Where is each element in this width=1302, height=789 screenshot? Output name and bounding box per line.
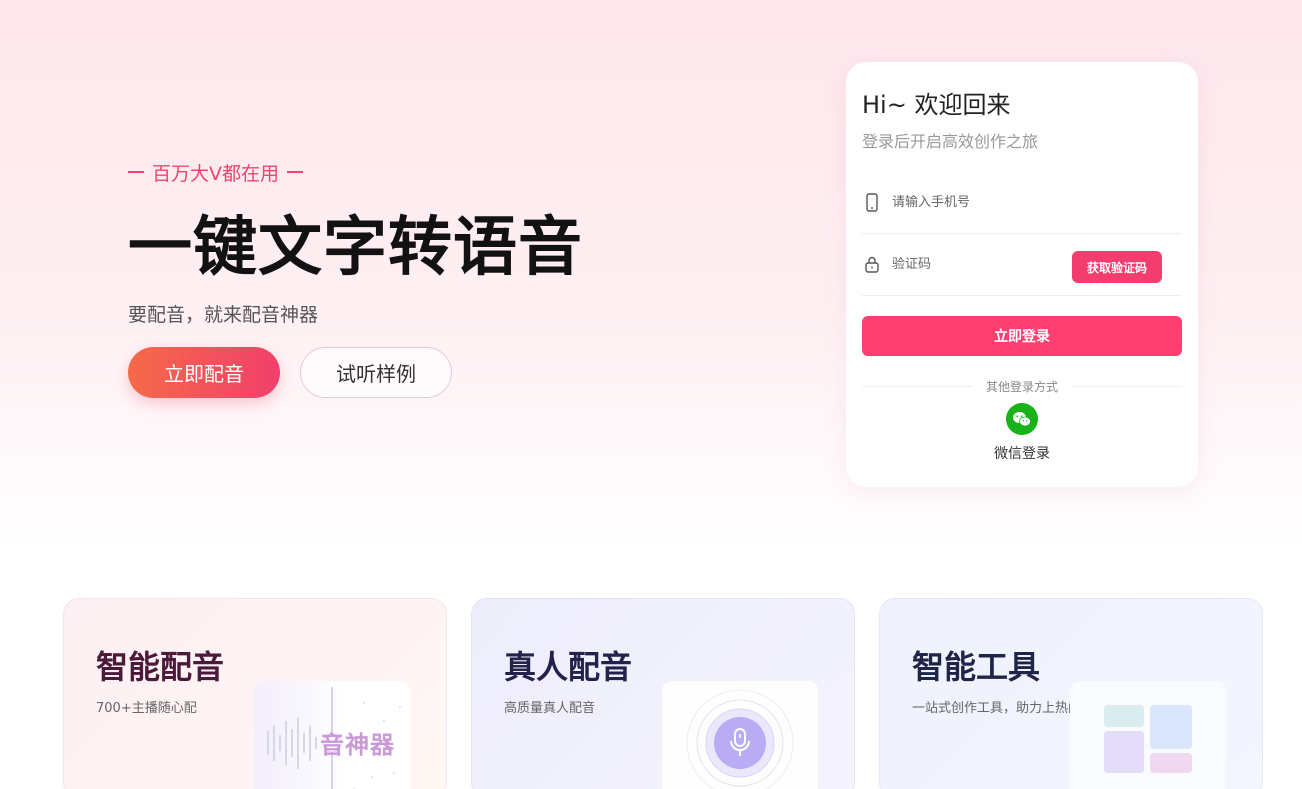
tool-tile: [1150, 705, 1192, 749]
hero-tagline: 百万大V都在用: [128, 158, 728, 186]
login-title: Hi~ 欢迎回来: [862, 91, 1011, 119]
microphone-thumbnail: [662, 681, 818, 789]
tool-tile: [1150, 753, 1192, 773]
phone-icon: [862, 193, 882, 212]
tagline-dash-right: [287, 171, 303, 173]
code-field: 获取验证码: [862, 234, 1182, 296]
phone-input[interactable]: [892, 195, 1182, 210]
feature-card-smart-dubbing[interactable]: 智能配音 700+主播随心配 音神器: [63, 598, 447, 789]
waveform-thumbnail: 音神器: [254, 681, 410, 789]
tagline-dash-left: [128, 171, 144, 173]
tagline-text: 百万大V都在用: [152, 162, 279, 185]
phone-field: [862, 172, 1182, 234]
thumbnail-text: 音神器: [320, 731, 395, 759]
microphone-icon: [728, 727, 752, 763]
get-code-button[interactable]: 获取验证码: [1072, 251, 1162, 283]
start-dubbing-button[interactable]: 立即配音: [128, 347, 280, 398]
feature-card-smart-tools[interactable]: 智能工具 一站式创作工具，助力上热门: [879, 598, 1263, 789]
tools-thumbnail: [1070, 681, 1226, 789]
wechat-icon[interactable]: [1006, 403, 1038, 435]
hero-title: 一键文字转语音: [128, 211, 583, 285]
lock-icon: [862, 256, 882, 273]
hero-buttons: 立即配音 试听样例: [128, 347, 728, 398]
tool-tile: [1104, 705, 1144, 727]
login-subtitle: 登录后开启高效创作之旅: [862, 132, 1039, 151]
other-login-label: 其他登录方式: [986, 380, 1059, 394]
wechat-login[interactable]: 微信登录: [862, 403, 1182, 463]
hero-section: 百万大V都在用 一键文字转语音 要配音，就来配音神器 立即配音 试听样例: [128, 158, 728, 398]
wechat-login-label[interactable]: 微信登录: [994, 443, 1050, 463]
divider-line-right: [1072, 386, 1183, 387]
divider-line-left: [862, 386, 972, 387]
tool-tile: [1104, 731, 1144, 773]
login-submit-button[interactable]: 立即登录: [862, 316, 1182, 356]
listen-samples-button[interactable]: 试听样例: [300, 347, 452, 398]
other-login-divider: 其他登录方式: [862, 378, 1183, 395]
hero-subtitle: 要配音，就来配音神器: [128, 304, 319, 326]
feature-card-human-dubbing[interactable]: 真人配音 高质量真人配音: [471, 598, 855, 789]
login-card: Hi~ 欢迎回来 登录后开启高效创作之旅 获取验证码 立即登录 其他登录方式: [846, 62, 1198, 487]
